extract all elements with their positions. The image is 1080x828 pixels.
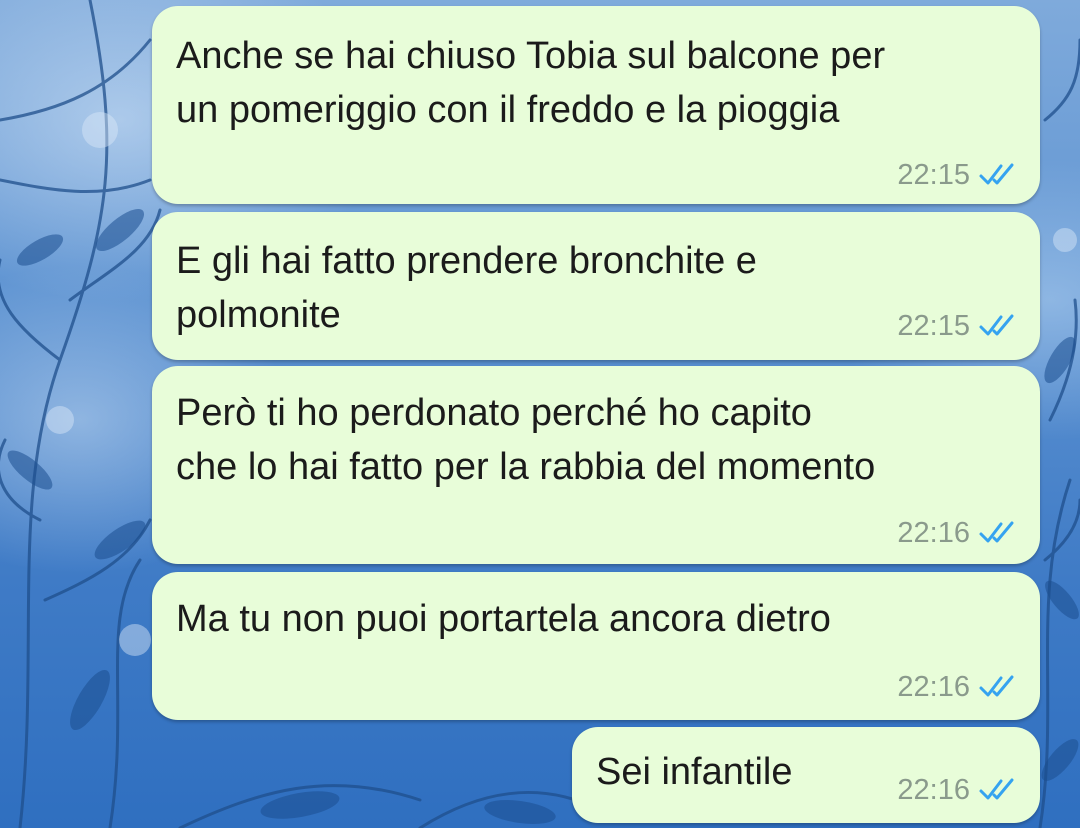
double-check-icon [979,675,1014,697]
message-text: E gli hai fatto prendere bronchite e pol… [176,240,757,336]
message-bubble-4[interactable]: Ma tu non puoi portartela ancora dietro … [152,572,1040,720]
message-timestamp: 22:15 [897,310,970,342]
double-check-icon [979,163,1014,185]
message-bubble-5[interactable]: Sei infantile 22:16 [572,727,1040,823]
message-meta: 22:16 [897,773,1018,807]
double-check-icon [979,314,1014,336]
message-timestamp: 22:16 [897,517,970,549]
message-text: Però ti ho perdonato perché ho capito ch… [176,392,876,488]
message-text: Ma tu non puoi portartela ancora dietro [176,598,831,640]
message-timestamp: 22:16 [897,774,970,806]
message-meta: 22:16 [897,670,1018,704]
double-check-icon [979,778,1014,800]
message-bubble-2[interactable]: E gli hai fatto prendere bronchite e pol… [152,212,1040,360]
message-meta: 22:15 [897,309,1018,343]
message-meta: 22:15 [897,158,1018,192]
double-check-icon [979,521,1014,543]
message-timestamp: 22:15 [897,159,970,191]
message-bubble-3[interactable]: Però ti ho perdonato perché ho capito ch… [152,366,1040,564]
message-text: Anche se hai chiuso Tobia sul balcone pe… [176,35,886,131]
message-text: Sei infantile [596,751,793,793]
message-timestamp: 22:16 [897,671,970,703]
message-meta: 22:16 [897,516,1018,550]
message-bubble-1[interactable]: Anche se hai chiuso Tobia sul balcone pe… [152,6,1040,204]
